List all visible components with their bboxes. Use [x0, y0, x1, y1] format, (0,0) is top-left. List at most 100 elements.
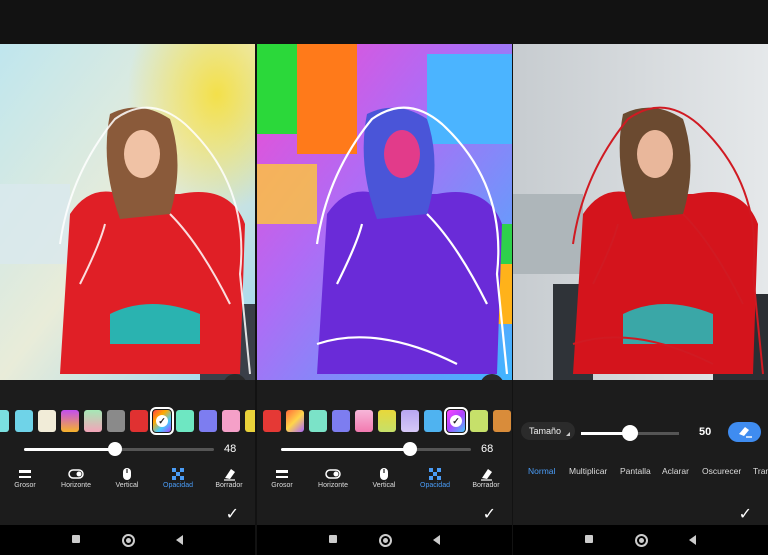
android-nav-bar [257, 525, 512, 555]
color-swatch[interactable] [493, 410, 511, 432]
blend-mode-darken[interactable]: Oscurecer [702, 466, 741, 476]
tool-opacity[interactable]: Opacidad [410, 466, 460, 489]
tool-thickness[interactable]: Grosor [257, 466, 307, 489]
opacity-icon [172, 468, 184, 480]
blend-mode-screen[interactable]: Pantalla [620, 466, 651, 476]
blend-mode-normal[interactable]: Normal [528, 466, 555, 476]
back-icon[interactable] [176, 535, 183, 545]
blend-mode-multiply[interactable]: Multiplicar [569, 466, 607, 476]
tool-horizon[interactable]: Horizonte [308, 466, 358, 489]
recent-apps-icon[interactable] [585, 535, 593, 543]
size-value: 50 [699, 426, 712, 438]
photo-canvas[interactable] [513, 44, 768, 380]
tool-panel: ✓ 48 Grosor Horizonte Vertical Opacidad … [0, 380, 255, 525]
color-swatch-row[interactable]: ✓ [0, 407, 255, 435]
tool-horizon[interactable]: Horizonte [51, 466, 101, 489]
blend-mode-transparent[interactable]: Tran [753, 466, 768, 476]
tool-eraser[interactable]: Borrador [204, 466, 254, 489]
tool-label: Borrador [472, 482, 500, 489]
mouse-icon [123, 468, 131, 480]
color-swatch[interactable] [286, 410, 304, 432]
checkmark-icon: ✓ [156, 415, 168, 427]
color-swatch[interactable] [38, 410, 56, 432]
slider-knob[interactable] [108, 442, 123, 456]
checkmark-icon: ✓ [482, 506, 496, 523]
back-icon[interactable] [433, 535, 440, 545]
size-dropdown[interactable]: Tamaño [521, 422, 576, 440]
tool-panel: Tamaño 50 Normal Multiplicar Pantalla Ac… [513, 380, 768, 525]
color-swatch[interactable] [0, 410, 9, 432]
color-swatch[interactable] [355, 410, 373, 432]
slider-fill [24, 448, 116, 451]
tool-label: Opacidad [163, 482, 193, 489]
android-nav-bar [0, 525, 255, 555]
photo-canvas[interactable] [0, 44, 255, 380]
checkmark-icon: ✓ [738, 506, 752, 523]
slider-knob[interactable] [403, 442, 418, 456]
editor-screen-1: ✓ 48 Grosor Horizonte Vertical Opacidad … [0, 0, 255, 555]
slider-knob[interactable] [622, 425, 638, 441]
tool-eraser[interactable]: Borrador [461, 466, 511, 489]
blend-mode-list: Normal Multiplicar Pantalla Aclarar Oscu… [513, 466, 768, 480]
eraser-toggle-button[interactable] [728, 422, 761, 442]
home-icon[interactable] [635, 534, 648, 547]
tool-vertical[interactable]: Vertical [102, 466, 152, 489]
color-swatch[interactable] [263, 410, 281, 432]
color-swatch[interactable] [245, 410, 255, 432]
eraser-icon [224, 469, 235, 481]
color-swatch[interactable] [401, 410, 419, 432]
status-bar [257, 0, 512, 44]
recent-apps-icon[interactable] [72, 535, 80, 543]
tool-label: Grosor [271, 482, 293, 489]
tool-label: Opacidad [420, 482, 450, 489]
confirm-button[interactable]: ✓ [739, 504, 752, 524]
color-swatch[interactable] [61, 410, 79, 432]
opacity-value: 48 [224, 443, 237, 455]
color-swatch[interactable] [470, 410, 488, 432]
opacity-slider[interactable] [281, 442, 471, 456]
size-label: Tamaño [529, 426, 562, 436]
thickness-icon [19, 470, 31, 478]
home-icon[interactable] [379, 534, 392, 547]
photo-canvas[interactable] [257, 44, 512, 380]
color-swatch[interactable] [84, 410, 102, 432]
checkmark-icon: ✓ [450, 415, 462, 427]
tool-label: Borrador [215, 482, 243, 489]
tool-panel: ✓ 68 Grosor Horizonte Vertical Opacidad … [257, 380, 512, 525]
color-swatch[interactable] [107, 410, 125, 432]
tool-opacity[interactable]: Opacidad [153, 466, 203, 489]
mouse-icon [380, 468, 388, 480]
color-swatch[interactable] [199, 410, 217, 432]
home-icon[interactable] [122, 534, 135, 547]
opacity-icon [429, 468, 441, 480]
status-bar [0, 0, 255, 44]
tool-vertical[interactable]: Vertical [359, 466, 409, 489]
color-swatch[interactable] [309, 410, 327, 432]
eraser-icon [738, 427, 752, 438]
color-swatch-selected[interactable]: ✓ [444, 407, 468, 435]
dropdown-corner-icon [566, 432, 571, 436]
editor-screen-2: ✓ 68 Grosor Horizonte Vertical Opacidad … [257, 0, 512, 555]
tool-thickness[interactable]: Grosor [0, 466, 50, 489]
size-slider[interactable] [581, 425, 679, 441]
color-swatch-selected[interactable]: ✓ [150, 407, 174, 435]
color-swatch[interactable] [176, 410, 194, 432]
recent-apps-icon[interactable] [329, 535, 337, 543]
tool-bar: Grosor Horizonte Vertical Opacidad Borra… [0, 466, 255, 496]
color-swatch[interactable] [378, 410, 396, 432]
color-swatch[interactable] [130, 410, 148, 432]
color-swatch[interactable] [15, 410, 33, 432]
tool-label: Horizonte [61, 482, 91, 489]
confirm-button[interactable]: ✓ [226, 504, 239, 524]
blend-mode-lighten[interactable]: Aclarar [662, 466, 689, 476]
opacity-slider[interactable] [24, 442, 214, 456]
toggle-icon [68, 469, 84, 479]
color-swatch[interactable] [424, 410, 442, 432]
tool-label: Grosor [14, 482, 36, 489]
color-swatch-row[interactable]: ✓ [257, 407, 512, 435]
back-icon[interactable] [689, 535, 696, 545]
tool-label: Vertical [372, 482, 396, 489]
color-swatch[interactable] [332, 410, 350, 432]
color-swatch[interactable] [222, 410, 240, 432]
confirm-button[interactable]: ✓ [483, 504, 496, 524]
